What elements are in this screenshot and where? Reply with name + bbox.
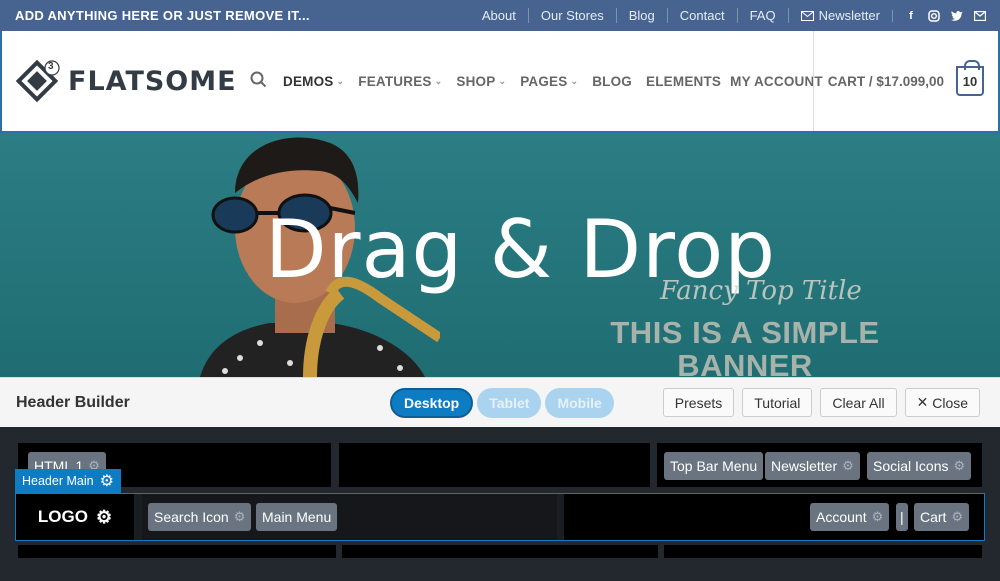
- bottom-left-dropzone[interactable]: [18, 545, 336, 558]
- top-bar-menu-label: Top Bar Menu: [670, 458, 758, 474]
- logo-text: FLATSOME: [68, 65, 237, 97]
- main-header: 3 FLATSOME DEMOS ⌄ FEATURES ⌄ SHOP ⌄ PAGES ⌄…: [0, 31, 1000, 133]
- close-icon: ✕: [916, 394, 929, 410]
- newsletter-label: Newsletter: [818, 8, 880, 23]
- search-icon[interactable]: [250, 71, 267, 91]
- nav-pages[interactable]: PAGES ⌄: [520, 74, 578, 89]
- gear-icon[interactable]: ⚙: [842, 458, 854, 474]
- link-blog[interactable]: Blog: [615, 8, 667, 23]
- main-nav: DEMOS ⌄ FEATURES ⌄ SHOP ⌄ PAGES ⌄ BLOG ELEME…: [242, 71, 837, 91]
- logo-element[interactable]: LOGO ⚙: [16, 494, 134, 540]
- cart-icon[interactable]: 10: [956, 60, 984, 96]
- tutorial-button[interactable]: Tutorial: [742, 388, 813, 417]
- main-menu-element[interactable]: Main Menu: [256, 503, 338, 531]
- divider-element-label: |: [900, 509, 904, 525]
- account-element[interactable]: Account ⚙: [810, 503, 890, 531]
- top-center-dropzone[interactable]: [339, 443, 650, 487]
- hero-banner: Drag & Drop Fancy Top Title THIS IS A SI…: [0, 133, 1000, 377]
- header-builder-title: Header Builder: [16, 393, 130, 411]
- gear-icon[interactable]: ⚙: [100, 471, 114, 491]
- facebook-icon[interactable]: f: [905, 10, 917, 22]
- social-icons-element[interactable]: Social Icons ⚙: [867, 452, 972, 480]
- nav-features[interactable]: FEATURES ⌄: [358, 74, 442, 89]
- cart-count: 10: [962, 73, 978, 89]
- banner-simple-title: THIS IS A SIMPLE BANNER: [600, 316, 890, 377]
- device-desktop-button[interactable]: Desktop: [390, 387, 474, 418]
- header-builder-area: HTML 1 ⚙ Top Bar Menu Newsletter ⚙ Social …: [0, 427, 1000, 581]
- link-contact[interactable]: Contact: [666, 8, 737, 23]
- banner-simple-line2: BANNER: [677, 348, 813, 377]
- instagram-icon[interactable]: [928, 9, 940, 22]
- logo-element-label: LOGO: [37, 507, 88, 526]
- email-icon[interactable]: [974, 10, 986, 22]
- nav-blog[interactable]: BLOG: [592, 74, 632, 89]
- link-about[interactable]: About: [470, 8, 528, 23]
- newsletter-link[interactable]: Newsletter: [787, 8, 892, 23]
- cart-element[interactable]: Cart ⚙: [914, 503, 970, 531]
- nav-my-account[interactable]: MY ACCOUNT: [730, 74, 823, 89]
- gear-icon[interactable]: ⚙: [234, 509, 246, 525]
- nav-my-account-label: MY ACCOUNT: [730, 73, 823, 89]
- nav-shop[interactable]: SHOP ⌄: [456, 74, 506, 89]
- bottom-center-dropzone[interactable]: [342, 545, 658, 558]
- gear-icon[interactable]: ⚙: [96, 507, 112, 528]
- close-button[interactable]: ✕ Close: [904, 388, 981, 417]
- header-main-tag[interactable]: Header Main ⚙: [15, 469, 121, 493]
- newsletter-element[interactable]: Newsletter ⚙: [765, 452, 860, 480]
- site-logo[interactable]: 3 FLATSOME: [2, 59, 242, 103]
- banner-fancy-title: Fancy Top Title: [660, 276, 862, 306]
- nav-elements[interactable]: ELEMENTS: [646, 74, 721, 89]
- bottom-right-dropzone[interactable]: [664, 545, 982, 558]
- nav-demos[interactable]: DEMOS ⌄: [283, 74, 344, 89]
- device-tablet-button[interactable]: Tablet: [477, 387, 542, 418]
- nav-blog-label: BLOG: [592, 73, 633, 89]
- top-bar-links: About Our Stores Blog Contact FAQ Newsle…: [470, 8, 1000, 23]
- cart-total: CART / $17.099,00: [827, 73, 944, 89]
- envelope-icon: [800, 10, 814, 21]
- twitter-icon[interactable]: [951, 10, 963, 22]
- top-bar: ADD ANYTHING HERE OR JUST REMOVE IT... A…: [0, 0, 1000, 31]
- presets-button[interactable]: Presets: [662, 388, 735, 417]
- main-menu-element-label: Main Menu: [262, 509, 332, 525]
- nav-shop-label: SHOP: [456, 73, 496, 89]
- social-icons-element-label: Social Icons: [873, 458, 949, 474]
- clear-all-button[interactable]: Clear All: [820, 388, 897, 417]
- nav-demos-label: DEMOS: [283, 73, 334, 89]
- link-our-stores[interactable]: Our Stores: [527, 8, 616, 23]
- nav-elements-label: ELEMENTS: [646, 73, 722, 89]
- logo-mark-icon: 3: [15, 59, 60, 103]
- banner-simple-line1: THIS IS A SIMPLE: [610, 315, 880, 350]
- newsletter-element-label: Newsletter: [771, 458, 838, 474]
- top-bar-menu-element[interactable]: Top Bar Menu: [664, 452, 764, 480]
- account-element-label: Account: [816, 509, 867, 525]
- cart-area[interactable]: CART / $17.099,00 10: [812, 31, 984, 131]
- social-icons: f: [892, 9, 986, 22]
- chevron-down-icon: ⌄: [434, 75, 443, 86]
- header-main-label: Header Main: [22, 474, 94, 488]
- builder-actions: Presets Tutorial Clear All ✕ Close: [655, 388, 981, 417]
- header-builder-bar: Header Builder Desktop Tablet Mobile Pre…: [0, 377, 1000, 427]
- nav-pages-label: PAGES: [520, 73, 568, 89]
- logo-badge: 3: [48, 61, 54, 72]
- chevron-down-icon: ⌄: [498, 75, 507, 86]
- divider-element[interactable]: |: [896, 503, 908, 531]
- link-faq[interactable]: FAQ: [736, 8, 788, 23]
- device-mobile-button[interactable]: Mobile: [545, 387, 614, 418]
- search-icon-element-label: Search Icon: [154, 509, 229, 525]
- top-bar-text: ADD ANYTHING HERE OR JUST REMOVE IT...: [15, 8, 310, 23]
- gear-icon[interactable]: ⚙: [872, 509, 884, 525]
- cart-element-label: Cart: [920, 509, 947, 525]
- chevron-down-icon: ⌄: [336, 75, 345, 86]
- close-label: Close: [932, 394, 969, 411]
- nav-features-label: FEATURES: [358, 73, 432, 89]
- chevron-down-icon: ⌄: [570, 75, 579, 86]
- gear-icon[interactable]: ⚙: [953, 458, 965, 474]
- gear-icon[interactable]: ⚙: [951, 509, 963, 525]
- search-icon-element[interactable]: Search Icon ⚙: [148, 503, 252, 531]
